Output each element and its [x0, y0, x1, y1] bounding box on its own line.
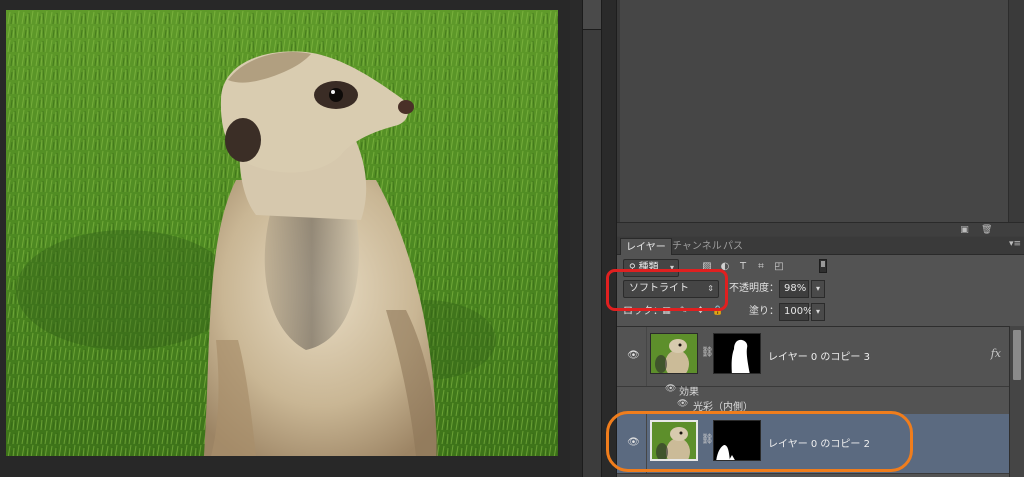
- shape-filter-icon[interactable]: ⌗: [755, 261, 767, 273]
- tab-layers[interactable]: レイヤー: [620, 238, 672, 255]
- chevron-down-icon: ▾: [669, 263, 674, 272]
- layers-panel-tab-bar: レイヤー チャンネル パス ▾≡: [617, 237, 1024, 255]
- right-panel: ▣ 🗑 レイヤー チャンネル パス ▾≡ ⚲ 種類 ▾ ▨ ◐ T ⌗ ◰ ソフ: [616, 0, 1024, 477]
- smart-object-filter-icon[interactable]: ◰: [773, 261, 785, 273]
- meerkat-photo[interactable]: [6, 10, 558, 456]
- new-item-icon[interactable]: ▣: [959, 225, 970, 235]
- layer-thumbnail[interactable]: [650, 333, 698, 374]
- upper-panel-body: [617, 0, 1009, 222]
- layer-thumbnail-image: [652, 422, 696, 459]
- blend-opacity-row: ソフトライト ⇕ 不透明度： 98% ▾: [617, 278, 1024, 302]
- effects-header: 効果: [679, 387, 699, 398]
- upper-panel-scrollbar[interactable]: [1008, 0, 1024, 222]
- upper-panel-footer: ▣ 🗑: [617, 222, 1024, 236]
- kind-filter-label: 種類: [638, 262, 659, 273]
- layers-panel: レイヤー チャンネル パス ▾≡ ⚲ 種類 ▾ ▨ ◐ T ⌗ ◰ ソフトライト…: [617, 237, 1024, 477]
- updown-arrow-icon: ⇕: [707, 284, 714, 293]
- panel-gutter: [570, 0, 616, 477]
- layer-name[interactable]: レイヤー 0 のコピー 3: [768, 348, 870, 363]
- eye-icon[interactable]: 👁: [627, 349, 640, 362]
- eye-icon[interactable]: 👁: [627, 436, 640, 449]
- link-icon[interactable]: ⛓: [701, 434, 714, 445]
- lock-fill-row: ロック： ▦ ✎ ✥ 🔒 塗り： 100% ▾: [617, 301, 1024, 325]
- scrollbar-thumb[interactable]: [1013, 330, 1021, 380]
- layer-mask-thumbnail[interactable]: [713, 420, 761, 461]
- adjustment-filter-icon[interactable]: ◐: [719, 261, 731, 273]
- layer-thumbnail[interactable]: [650, 420, 698, 461]
- layers-scrollbar[interactable]: [1009, 326, 1024, 477]
- fill-dropdown-button[interactable]: ▾: [811, 303, 825, 321]
- opacity-dropdown-button[interactable]: ▾: [811, 280, 825, 298]
- effect-item-label: 光彩（内側）: [693, 402, 753, 413]
- layer-thumbnail-image: [651, 334, 697, 373]
- layer-mask-shape: [714, 421, 760, 460]
- lock-position-icon[interactable]: ✥: [695, 306, 706, 317]
- collapsed-panel-dock[interactable]: [582, 0, 602, 477]
- lock-all-icon[interactable]: 🔒: [712, 306, 723, 317]
- meerkat-photo-svg: [6, 10, 558, 456]
- panel-menu-icon[interactable]: ▾≡: [1009, 239, 1021, 249]
- tab-paths[interactable]: パス: [718, 238, 748, 255]
- filter-toggle[interactable]: [819, 259, 827, 273]
- fx-icon[interactable]: fx: [991, 347, 1001, 360]
- kind-filter-select[interactable]: ⚲ 種類 ▾: [623, 259, 679, 277]
- lock-label: ロック：: [623, 306, 663, 317]
- document-canvas-area[interactable]: [0, 0, 570, 477]
- fill-input[interactable]: 100%: [779, 303, 813, 321]
- blend-mode-select[interactable]: ソフトライト ⇕: [623, 280, 719, 298]
- link-icon[interactable]: ⛓: [701, 347, 714, 358]
- collapsed-panel-cap[interactable]: [583, 0, 601, 30]
- pixel-filter-icon[interactable]: ▨: [701, 261, 713, 273]
- opacity-input[interactable]: 98%: [779, 280, 809, 298]
- eye-icon[interactable]: 👁: [677, 399, 688, 409]
- layer-name[interactable]: レイヤー 0 のコピー 2: [768, 435, 870, 450]
- trash-icon[interactable]: 🗑: [981, 225, 992, 235]
- layers-list: 👁 ⛓ レイヤー 0 のコピー 3 fx 👁 効果 👁 光彩（内側） 👁 ⛓ レ…: [617, 326, 1009, 477]
- blend-mode-label: ソフトライト: [629, 283, 689, 294]
- layer-row-selected[interactable]: 👁 ⛓ レイヤー 0 のコピー 2: [617, 414, 1009, 474]
- effect-item-row[interactable]: 👁 光彩（内側）: [617, 397, 1009, 413]
- fill-label: 塗り：: [749, 306, 779, 317]
- layer-mask-thumbnail[interactable]: [713, 333, 761, 374]
- lock-transparent-icon[interactable]: ▦: [661, 306, 672, 317]
- type-filter-icon[interactable]: T: [737, 261, 749, 273]
- layer-mask-shape: [714, 334, 760, 373]
- opacity-label: 不透明度：: [729, 283, 779, 294]
- eye-icon[interactable]: 👁: [665, 384, 676, 394]
- effects-header-row[interactable]: 👁 効果: [617, 382, 1009, 398]
- lock-image-icon[interactable]: ✎: [678, 306, 689, 317]
- layer-row[interactable]: 👁 ⛓ レイヤー 0 のコピー 3 fx: [617, 327, 1009, 387]
